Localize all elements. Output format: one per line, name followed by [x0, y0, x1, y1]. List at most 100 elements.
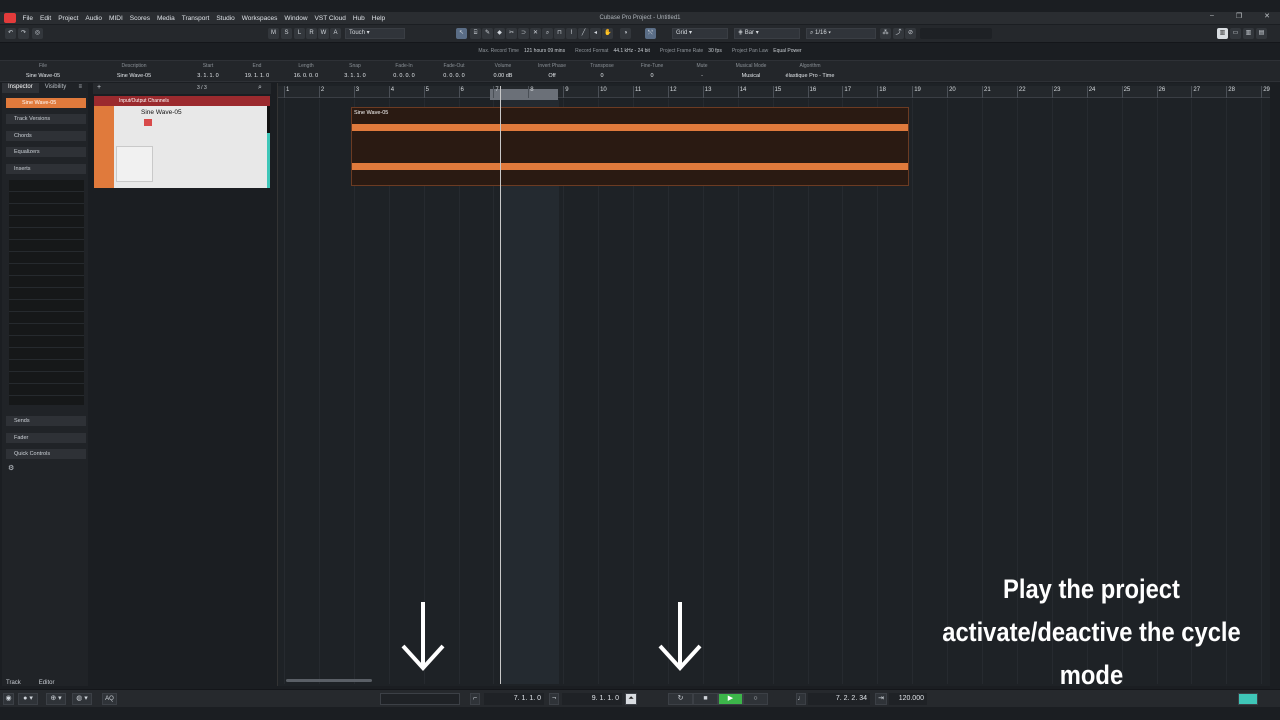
menu-item-audio[interactable]: Audio [82, 15, 106, 22]
info-value[interactable]: élastique Pro - Time [770, 73, 850, 79]
search-icon[interactable]: ⌕ [258, 84, 262, 92]
play-button[interactable]: ▶ [718, 693, 743, 705]
record-enable-button[interactable] [144, 119, 152, 126]
audio-track-row[interactable]: Sine Wave-05 [94, 106, 268, 188]
menu-item-workspaces[interactable]: Workspaces [238, 15, 281, 22]
track-name[interactable]: Sine Wave-05 [141, 109, 182, 116]
info-field-file[interactable]: File Sine Wave-05 [3, 63, 83, 79]
insert-slot[interactable] [9, 180, 84, 192]
insert-slot[interactable] [9, 240, 84, 252]
folder-track[interactable]: Input/Output Channels [94, 96, 270, 106]
auto-scroll-icon[interactable]: ⏶ [625, 693, 637, 705]
split-tool-icon[interactable]: ✂ [506, 28, 517, 39]
insert-slot[interactable] [9, 276, 84, 288]
history-icon[interactable]: ◎ [32, 28, 43, 39]
insert-slot[interactable] [9, 372, 84, 384]
menu-icon[interactable]: ≡ [72, 83, 88, 93]
redo-icon[interactable]: ↷ [18, 28, 29, 39]
position-field[interactable]: 7. 2. 2. 34 [808, 693, 870, 705]
automation-mode-dropdown[interactable]: Touch ▾ [345, 28, 405, 39]
section-sends[interactable]: Sends [6, 416, 86, 426]
tab-visibility[interactable]: Visibility [39, 83, 73, 93]
quantize-settings-icon[interactable]: ⁂ [880, 28, 891, 39]
insert-slot[interactable] [9, 336, 84, 348]
insert-slot[interactable] [9, 228, 84, 240]
mute-tool-icon[interactable]: ✕ [530, 28, 541, 39]
right-locator-icon[interactable]: ¬ [549, 693, 559, 705]
left-locator-icon[interactable]: ⌐ [470, 693, 480, 705]
snap-type-dropdown[interactable]: Grid ▾ [672, 28, 728, 39]
cubase-logo-icon[interactable] [4, 13, 16, 23]
pencil-tool-icon[interactable]: ✎ [482, 28, 493, 39]
section-chords[interactable]: Chords [6, 131, 86, 141]
insert-slot[interactable] [9, 312, 84, 324]
layout-settings-icon[interactable]: ▤ [1256, 28, 1267, 39]
inspector-track-name[interactable]: Sine Wave-05 [6, 98, 86, 108]
solo-button[interactable]: S [281, 28, 292, 39]
add-track-icon[interactable]: + [97, 84, 101, 91]
insert-slot[interactable] [9, 216, 84, 228]
info-value[interactable]: Sine Wave-05 [94, 73, 174, 79]
snap-toggle-icon[interactable]: ⤲ [645, 28, 656, 39]
insert-slot[interactable] [9, 348, 84, 360]
tab-editor[interactable]: Editor [39, 680, 55, 686]
insert-slot[interactable] [9, 252, 84, 264]
glue-tool-icon[interactable]: ⊃ [518, 28, 529, 39]
menu-item-vst-cloud[interactable]: VST Cloud [311, 15, 349, 22]
insert-slot[interactable] [9, 384, 84, 396]
performance-icon[interactable]: ⊘ [905, 28, 916, 39]
audio-warp-icon[interactable]: ⤴ [893, 28, 904, 39]
color-icon[interactable]: ◑ [620, 28, 631, 39]
section-quick-controls[interactable]: Quick Controls [6, 449, 86, 459]
section-inserts[interactable]: Inserts [6, 164, 86, 174]
mute-button[interactable]: M [268, 28, 279, 39]
tab-inspector[interactable]: Inspector [2, 83, 39, 93]
insert-slot[interactable] [9, 324, 84, 336]
section-track-versions[interactable]: Track Versions [6, 114, 86, 124]
auto-quantize-button[interactable]: AQ [102, 693, 117, 705]
settings-icon[interactable]: ⚙ [8, 464, 14, 472]
automation-button[interactable]: A [330, 28, 341, 39]
info-field-algorithm[interactable]: Algorithm élastique Pro - Time [770, 63, 850, 79]
insert-slot[interactable] [9, 300, 84, 312]
playhead-cursor[interactable] [500, 86, 501, 684]
insert-slot[interactable] [9, 288, 84, 300]
audio-event[interactable]: Sine Wave-05 [351, 107, 909, 186]
ruler[interactable]: 1 2 3 4 5 6 7 8 9 10 11 12 13 14 15 16 17 18 19 20 21 22 23 24 2… [278, 86, 1270, 100]
punch-icon[interactable]: ⊕ ▾ [46, 693, 66, 705]
menu-item-file[interactable]: File [19, 15, 36, 22]
menu-item-scores[interactable]: Scores [126, 15, 153, 22]
menu-item-studio[interactable]: Studio [213, 15, 238, 22]
tempo-track-icon[interactable]: ⇥ [875, 693, 887, 705]
range-tool-icon[interactable]: ⌸ [470, 28, 481, 39]
play-tool-icon[interactable]: ◂ [590, 28, 601, 39]
maximize-icon[interactable]: ❐ [1236, 12, 1242, 20]
info-field-description[interactable]: Description Sine Wave-05 [94, 63, 174, 79]
menu-item-edit[interactable]: Edit [36, 15, 54, 22]
timewarp-tool-icon[interactable]: ⌇ [566, 28, 577, 39]
tempo-field[interactable]: 120.000 [889, 693, 927, 705]
cycle-button[interactable]: ↻ [668, 693, 693, 705]
menu-item-midi[interactable]: MIDI [106, 15, 127, 22]
section-equalizers[interactable]: Equalizers [6, 147, 86, 157]
menu-item-window[interactable]: Window [281, 15, 311, 22]
layout-right-icon[interactable]: ▥ [1243, 28, 1254, 39]
record-button[interactable]: ○ [743, 693, 768, 705]
read-button[interactable]: R [306, 28, 317, 39]
close-icon[interactable]: ✕ [1264, 12, 1270, 20]
minimize-icon[interactable]: – [1210, 12, 1214, 20]
grid-type-dropdown[interactable]: ⋕ Bar ▾ [734, 28, 800, 39]
settings-icon[interactable]: ◉ [3, 693, 14, 705]
menu-item-project[interactable]: Project [55, 15, 82, 22]
menu-item-transport[interactable]: Transport [178, 15, 213, 22]
object-selection-tool-icon[interactable]: ↖ [456, 28, 467, 39]
tab-track[interactable]: Track [6, 680, 21, 686]
info-value[interactable]: Sine Wave-05 [3, 73, 83, 79]
erase-tool-icon[interactable]: ◆ [494, 28, 505, 39]
right-locator-field[interactable]: 9. 1. 1. 0 [562, 693, 622, 705]
layout-bottom-icon[interactable]: ▭ [1230, 28, 1241, 39]
insert-slot[interactable] [9, 264, 84, 276]
listen-button[interactable]: L [294, 28, 305, 39]
section-fader[interactable]: Fader [6, 433, 86, 443]
insert-slot[interactable] [9, 204, 84, 216]
